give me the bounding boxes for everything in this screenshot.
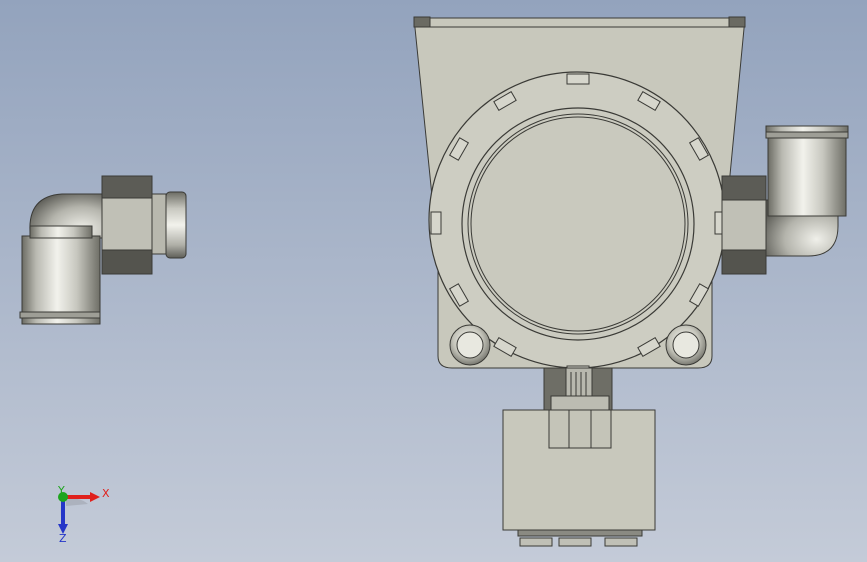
- mounting-boss-left: [449, 324, 491, 366]
- left-elbow-fitting[interactable]: [19, 175, 187, 325]
- y-axis-label: Y: [57, 484, 65, 497]
- mounting-boss-right: [665, 324, 707, 366]
- model-scene[interactable]: X Y Z: [0, 0, 867, 562]
- cad-viewport[interactable]: X Y Z: [0, 0, 867, 562]
- x-axis-label: X: [102, 487, 110, 500]
- axis-triad: X Y Z: [57, 484, 110, 545]
- right-elbow-fitting[interactable]: [721, 125, 849, 275]
- transmitter-housing[interactable]: [413, 16, 746, 547]
- z-axis-label: Z: [59, 532, 67, 545]
